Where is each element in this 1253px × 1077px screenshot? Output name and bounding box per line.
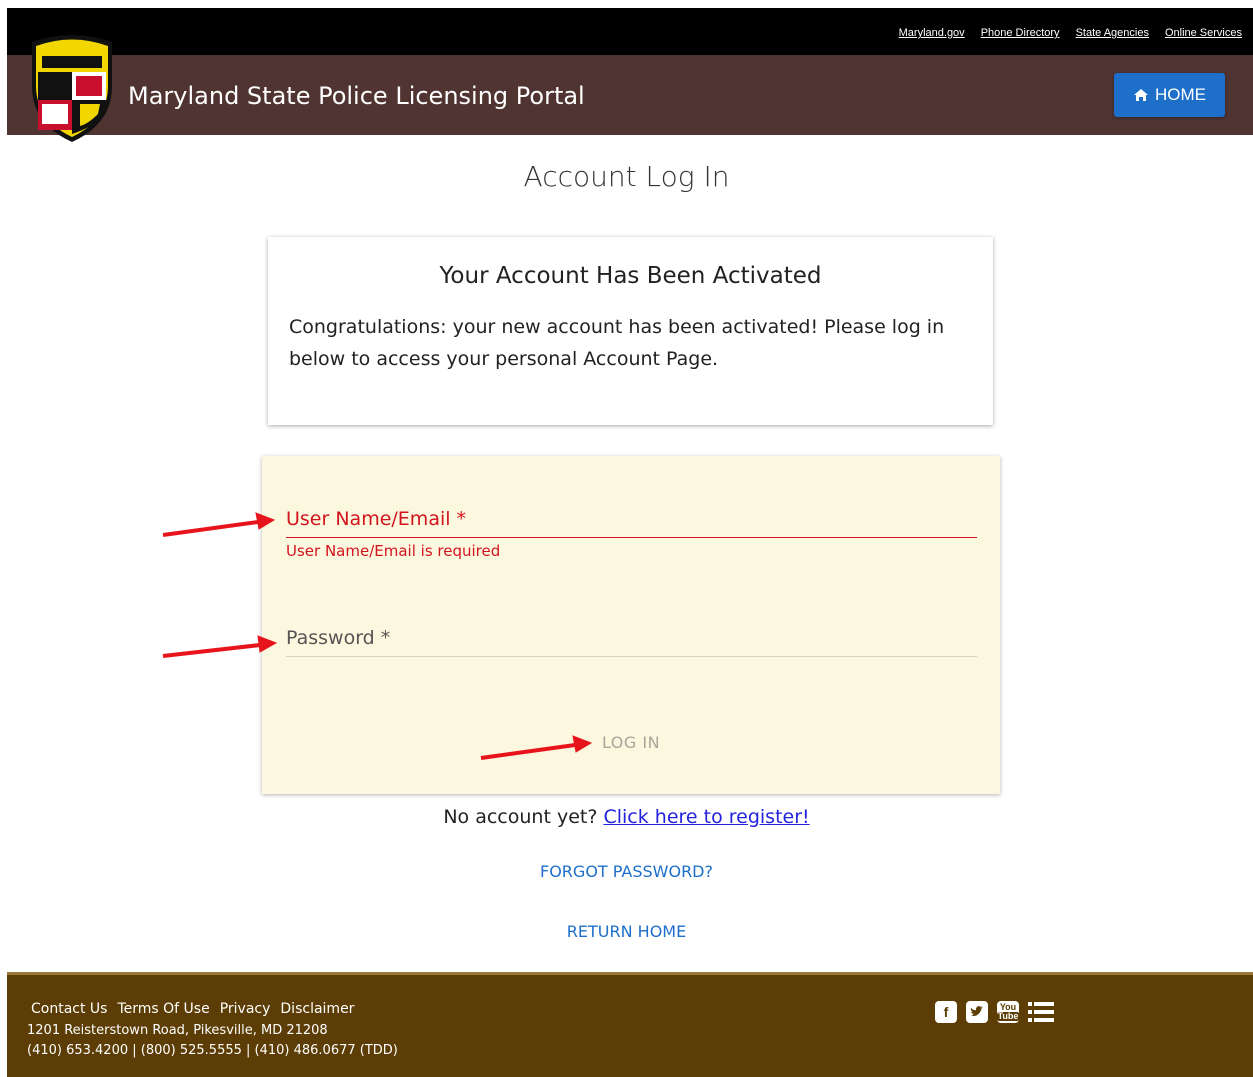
- activation-title: Your Account Has Been Activated: [439, 263, 822, 289]
- phone-directory-link[interactable]: Phone Directory: [981, 27, 1060, 39]
- maryland-gov-link[interactable]: Maryland.gov: [899, 27, 965, 39]
- footer-street-address: 1201 Reisterstown Road, Pikesville, MD 2…: [27, 1023, 328, 1038]
- online-services-link[interactable]: Online Services: [1165, 27, 1242, 39]
- arrow-to-username: [162, 512, 276, 537]
- terms-of-use-link[interactable]: Terms Of Use: [117, 1001, 209, 1017]
- username-label[interactable]: User Name/Email *: [286, 508, 466, 530]
- utility-links: Maryland.gov Phone Directory State Agenc…: [899, 27, 1242, 39]
- footer-address: 1201 Reisterstown Road, Pikesville, MD 2…: [27, 1021, 398, 1061]
- facebook-icon[interactable]: f: [935, 1001, 957, 1023]
- register-link[interactable]: Click here to register!: [603, 806, 809, 828]
- disclaimer-link[interactable]: Disclaimer: [280, 1001, 354, 1017]
- username-input[interactable]: [286, 537, 977, 538]
- activation-message: Congratulations: your new account has be…: [289, 316, 945, 370]
- return-home-link[interactable]: RETURN HOME: [0, 922, 1253, 941]
- arrow-to-password: [162, 635, 278, 658]
- site-title: Maryland State Police Licensing Portal: [128, 82, 585, 110]
- page-title: Account Log In: [523, 160, 730, 193]
- privacy-link[interactable]: Privacy: [220, 1001, 271, 1017]
- home-button[interactable]: HOME: [1114, 73, 1225, 117]
- social-icons: f You Tube: [935, 1001, 1054, 1023]
- password-input[interactable]: [286, 656, 977, 657]
- list-icon[interactable]: [1028, 1001, 1054, 1023]
- site-footer: Contact Us Terms Of Use Privacy Disclaim…: [7, 972, 1253, 1077]
- state-police-badge-logo[interactable]: [26, 28, 118, 144]
- register-prompt: No account yet? Click here to register!: [0, 806, 1253, 828]
- home-icon: [1134, 89, 1148, 101]
- login-form: User Name/Email * User Name/Email is req…: [262, 456, 1000, 794]
- contact-us-link[interactable]: Contact Us: [31, 1001, 107, 1017]
- footer-phone-numbers: (410) 653.4200 | (800) 525.5555 | (410) …: [27, 1043, 398, 1058]
- state-agencies-link[interactable]: State Agencies: [1076, 27, 1149, 39]
- username-error-message: User Name/Email is required: [286, 542, 501, 560]
- register-prompt-text: No account yet?: [443, 806, 598, 828]
- footer-links: Contact Us Terms Of Use Privacy Disclaim…: [31, 1001, 354, 1017]
- home-button-label: HOME: [1155, 85, 1206, 104]
- twitter-icon[interactable]: [966, 1001, 988, 1023]
- login-button[interactable]: LOG IN: [262, 733, 1000, 752]
- password-label[interactable]: Password *: [286, 627, 390, 649]
- utility-bar: Maryland.gov Phone Directory State Agenc…: [7, 8, 1253, 55]
- youtube-icon[interactable]: You Tube: [996, 1001, 1020, 1023]
- forgot-password-link[interactable]: FORGOT PASSWORD?: [0, 862, 1253, 881]
- activation-card: Your Account Has Been Activated Congratu…: [268, 237, 993, 425]
